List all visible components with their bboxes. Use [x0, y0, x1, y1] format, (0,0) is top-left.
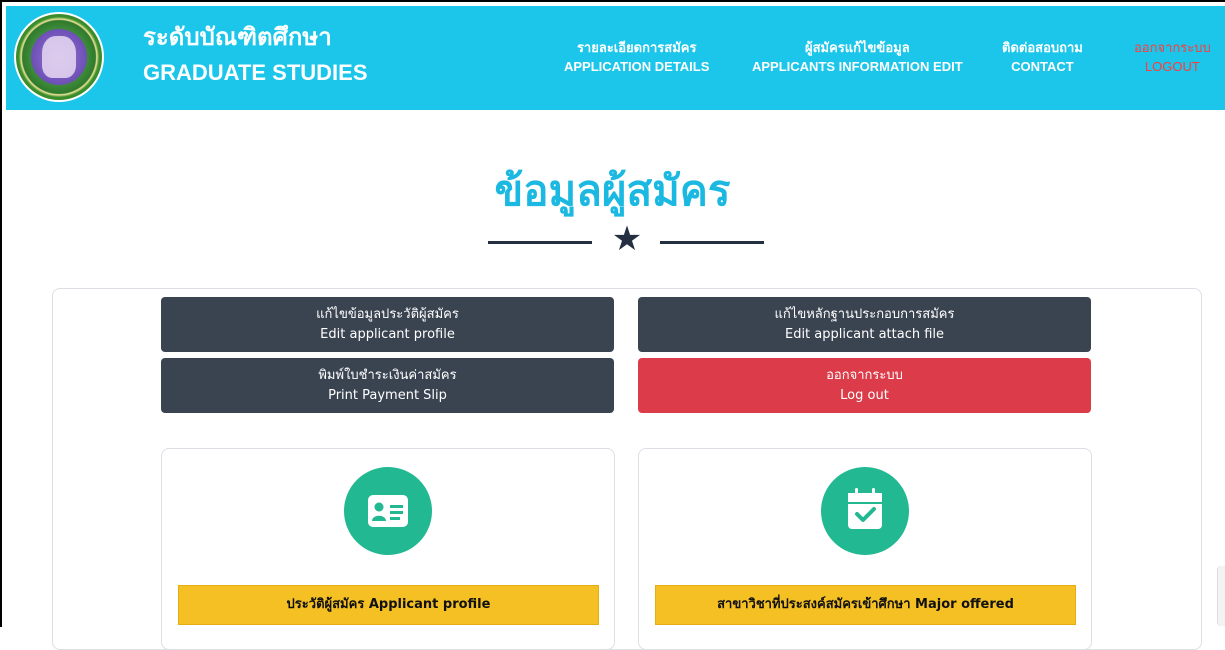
- major-offered-header: สาขาวิชาที่ประสงค์สมัครเข้าศึกษา Major o…: [655, 585, 1076, 625]
- nav-applicants-information-edit[interactable]: ผู้สมัครแก้ไขข้อมูล APPLICANTS INFORMATI…: [752, 38, 963, 76]
- nav-logout[interactable]: ออกจากระบบ LOGOUT: [1134, 38, 1211, 76]
- university-seal-logo[interactable]: [14, 12, 104, 102]
- brand[interactable]: ระดับบัณฑิตศึกษา GRADUATE STUDIES: [143, 24, 368, 88]
- button-label-thai: ออกจากระบบ: [826, 367, 903, 383]
- button-label-english: Edit applicant profile: [320, 326, 455, 342]
- nav-contact[interactable]: ติดต่อสอบถาม CONTACT: [1002, 38, 1083, 76]
- nav-label-thai: รายละเอียดการสมัคร: [576, 40, 697, 55]
- star-icon: ★: [611, 219, 643, 259]
- logout-button[interactable]: ออกจากระบบ Log out: [638, 358, 1091, 413]
- nav-label-english: CONTACT: [1011, 59, 1074, 74]
- nav-label-thai: ผู้สมัครแก้ไขข้อมูล: [804, 40, 910, 55]
- title-divider-left: [488, 241, 592, 244]
- button-label-english: Log out: [840, 387, 889, 403]
- brand-title-english: GRADUATE STUDIES: [143, 60, 368, 85]
- button-label-thai: แก้ไขหลักฐานประกอบการสมัคร: [774, 306, 955, 322]
- nav-application-details[interactable]: รายละเอียดการสมัคร APPLICATION DETAILS: [564, 38, 709, 76]
- button-label-thai: แก้ไขข้อมูลประวัติผู้สมัคร: [316, 306, 459, 322]
- applicant-profile-header: ประวัติผู้สมัคร Applicant profile: [178, 585, 599, 625]
- nav-label-thai: ออกจากระบบ: [1134, 40, 1211, 55]
- print-payment-slip-button[interactable]: พิมพ์ใบชำระเงินค่าสมัคร Print Payment Sl…: [161, 358, 614, 413]
- nav-label-english: APPLICATION DETAILS: [564, 59, 710, 74]
- nav-label-english: APPLICANTS INFORMATION EDIT: [752, 59, 963, 74]
- page-title: ข้อมูลผู้สมัคร: [494, 167, 731, 214]
- title-divider-right: [660, 241, 764, 244]
- site-header: ระดับบัณฑิตศึกษา GRADUATE STUDIES รายละเ…: [6, 6, 1225, 110]
- button-label-english: Edit applicant attach file: [784, 326, 945, 342]
- calendar-check-icon: [821, 467, 909, 555]
- id-card-icon: [344, 467, 432, 555]
- seal-emblem: [42, 36, 76, 78]
- side-scroll-tab[interactable]: [1217, 566, 1225, 626]
- button-label-english: Print Payment Slip: [328, 387, 447, 403]
- edit-applicant-profile-button[interactable]: แก้ไขข้อมูลประวัติผู้สมัคร Edit applican…: [161, 297, 614, 352]
- brand-title-thai: ระดับบัณฑิตศึกษา: [143, 24, 332, 51]
- nav-label-english: LOGOUT: [1144, 59, 1200, 74]
- button-label-thai: พิมพ์ใบชำระเงินค่าสมัคร: [318, 367, 457, 383]
- window-border-left: [0, 0, 2, 627]
- nav-label-thai: ติดต่อสอบถาม: [1002, 40, 1083, 55]
- window-border-top: [0, 0, 1225, 2]
- edit-attach-file-button[interactable]: แก้ไขหลักฐานประกอบการสมัคร Edit applican…: [638, 297, 1091, 352]
